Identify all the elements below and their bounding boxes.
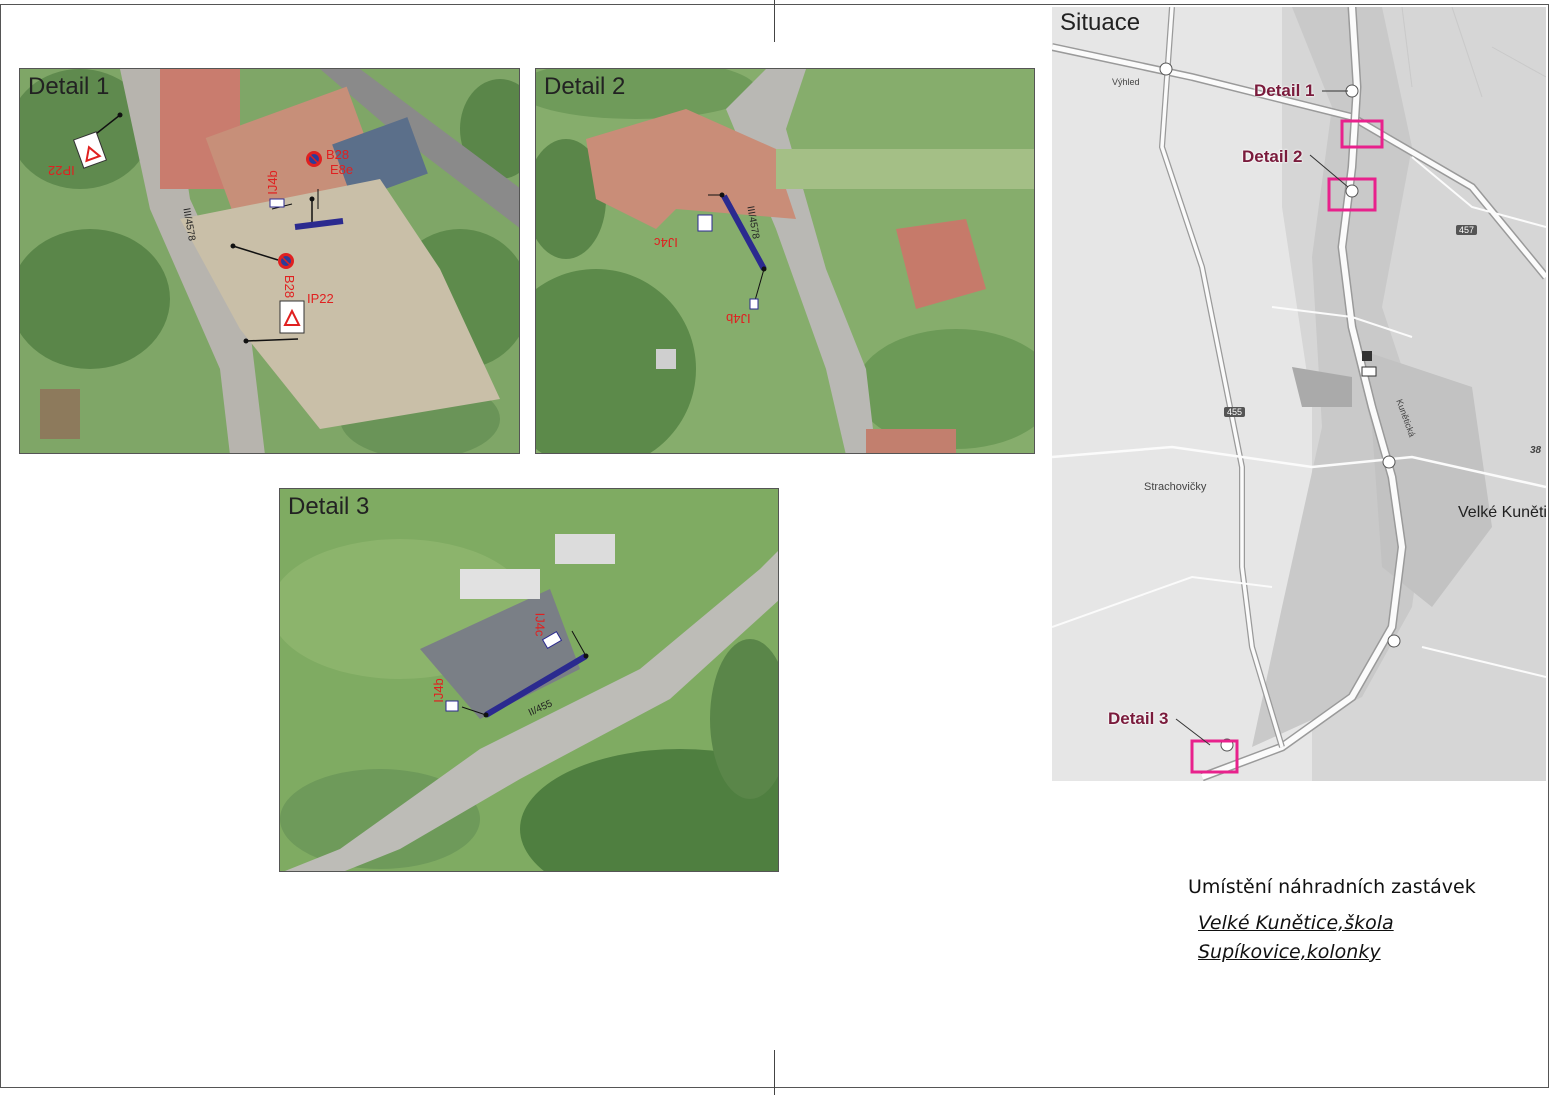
route-number-455: 455 xyxy=(1224,407,1246,417)
fold-mark-bottom xyxy=(774,1050,775,1095)
church-icon xyxy=(1362,351,1372,361)
detail-3-sign-label: IJ4b xyxy=(430,678,446,703)
detail-1-overlay xyxy=(72,112,344,344)
situation-title: Situace xyxy=(1060,9,1141,36)
detail-2-sign-label: IJ4b xyxy=(726,311,751,326)
bus-stop-sign-icon xyxy=(269,198,285,208)
bus-stop-sign-icon xyxy=(749,298,759,310)
bus-stop-icon xyxy=(1382,455,1396,469)
detail-3-overlay xyxy=(445,630,589,718)
stop-name-link[interactable]: Velké Kunětice,škola xyxy=(1198,912,1394,934)
situation-map-base xyxy=(1052,7,1546,781)
detail-2-overlay xyxy=(697,192,767,310)
detail-1-sign-label: IP22 xyxy=(307,291,334,306)
bus-stop-sign-icon xyxy=(445,700,459,712)
detail-1-sign-label: B28 xyxy=(282,274,298,299)
detail-3-panel: Detail 3 II/455 IJ4c IJ4b xyxy=(279,488,779,872)
edge-number: 38 xyxy=(1530,445,1542,456)
stop-name-link[interactable]: Supíkovice,kolonky xyxy=(1198,941,1381,963)
bus-stop-icon xyxy=(1159,62,1173,76)
detail-1-map-label: Detail 1 xyxy=(1254,81,1315,100)
detail-2-panel: Detail 2 III/4578 IJ4c IJ4b xyxy=(535,68,1035,454)
detail-3-map-label: Detail 3 xyxy=(1108,709,1169,728)
place-label: Velké Kunětice xyxy=(1458,504,1546,521)
detail-1-sign-label: IJ4b xyxy=(264,170,280,195)
detail-2-map-label: Detail 2 xyxy=(1242,147,1303,166)
detail-1-panel: Detail 1 III/4578 IP22 IJ4b B28 E8e B28 … xyxy=(19,68,520,454)
place-label: Výhled xyxy=(1112,77,1140,87)
detail-3-sign-label: IJ4c xyxy=(532,612,548,637)
fold-mark-top xyxy=(774,0,775,42)
caption-title: Umístění náhradních zastávek xyxy=(1188,876,1476,898)
detail-1-sign-label: E8e xyxy=(330,162,354,177)
detail-1-sign-label: B28 xyxy=(326,147,350,162)
bus-stop-icon xyxy=(1387,634,1401,648)
detail-1-sign-label: IP22 xyxy=(48,163,75,178)
post-office-icon xyxy=(1361,366,1377,377)
detail-2-sign-label: IJ4c xyxy=(654,235,678,250)
route-number-457: 457 xyxy=(1456,225,1478,235)
place-label: Strachovičky xyxy=(1144,481,1207,493)
bus-stop-sign-icon xyxy=(697,214,713,232)
situation-map: Situace Výhled Strachovičky Velké Kuněti… xyxy=(1052,7,1546,781)
